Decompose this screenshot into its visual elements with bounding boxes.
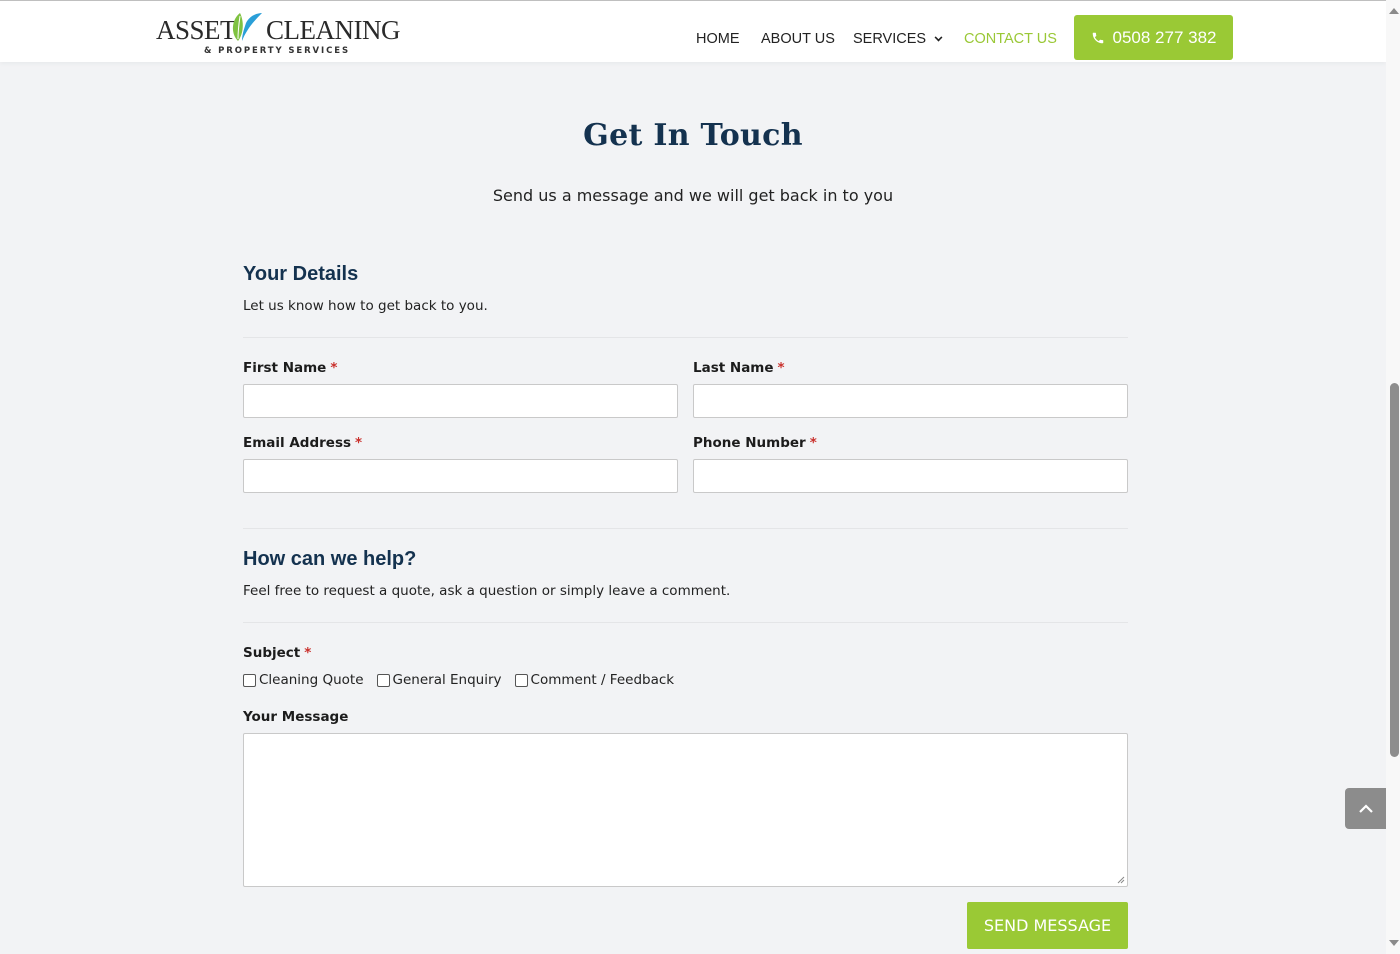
scroll-up-arrow-icon[interactable] bbox=[1389, 8, 1399, 14]
scrollbar-thumb[interactable] bbox=[1390, 383, 1399, 757]
divider bbox=[243, 337, 1128, 338]
divider bbox=[243, 622, 1128, 623]
last-name-label-text: Last Name bbox=[693, 360, 774, 376]
first-name-label-text: First Name bbox=[243, 360, 327, 376]
nav-services[interactable]: SERVICES bbox=[853, 31, 943, 47]
page-scrollbar[interactable] bbox=[1386, 0, 1400, 954]
scroll-to-top-button[interactable] bbox=[1345, 788, 1386, 829]
first-name-input[interactable] bbox=[243, 384, 678, 418]
logo[interactable]: ASSET CLEANING & PROPERTY SERVICES bbox=[156, 7, 401, 59]
nav-services-label: SERVICES bbox=[853, 31, 927, 47]
option-label: Comment / Feedback bbox=[530, 672, 675, 688]
subject-option-general-enquiry[interactable]: General Enquiry bbox=[376, 672, 502, 688]
email-input[interactable] bbox=[243, 459, 678, 493]
your-details-heading: Your Details bbox=[243, 263, 359, 285]
send-message-button[interactable]: SEND MESSAGE bbox=[967, 902, 1128, 949]
required-marker: * bbox=[330, 360, 338, 376]
subject-label: Subject * bbox=[243, 645, 311, 661]
email-label: Email Address * bbox=[243, 435, 362, 451]
last-name-label: Last Name * bbox=[693, 360, 785, 376]
checkbox[interactable] bbox=[514, 673, 528, 687]
required-marker: * bbox=[809, 435, 817, 451]
required-marker: * bbox=[304, 645, 312, 661]
checkbox[interactable] bbox=[376, 673, 390, 687]
site-header: ASSET CLEANING & PROPERTY SERVICES HOME A… bbox=[0, 0, 1386, 62]
subject-option-cleaning-quote[interactable]: Cleaning Quote bbox=[243, 672, 364, 688]
message-textarea[interactable] bbox=[243, 733, 1128, 887]
how-can-we-help-description: Feel free to request a quote, ask a ques… bbox=[243, 583, 731, 599]
required-marker: * bbox=[777, 360, 785, 376]
resize-handle-icon[interactable] bbox=[1117, 876, 1125, 884]
option-label: Cleaning Quote bbox=[259, 672, 364, 688]
checkbox[interactable] bbox=[243, 673, 256, 687]
your-details-description: Let us know how to get back to you. bbox=[243, 298, 488, 314]
chevron-down-icon bbox=[934, 33, 943, 42]
how-can-we-help-heading: How can we help? bbox=[243, 548, 417, 570]
phone-number: 0508 277 382 bbox=[1112, 27, 1217, 47]
phone-input[interactable] bbox=[693, 459, 1128, 493]
page-title: Get In Touch bbox=[583, 118, 803, 153]
phone-icon bbox=[1092, 32, 1103, 43]
nav-contact-us[interactable]: CONTACT US bbox=[964, 31, 1057, 47]
phone-call-button[interactable]: 0508 277 382 bbox=[1074, 15, 1233, 60]
option-label: General Enquiry bbox=[392, 672, 502, 688]
last-name-input[interactable] bbox=[693, 384, 1128, 418]
subject-option-comment-feedback[interactable]: Comment / Feedback bbox=[514, 672, 675, 688]
subject-label-text: Subject bbox=[243, 645, 301, 661]
logo-text-cleaning: CLEANING bbox=[266, 15, 401, 45]
leaf-icon bbox=[232, 13, 262, 41]
message-label: Your Message bbox=[243, 709, 349, 725]
nav-about-us[interactable]: ABOUT US bbox=[761, 31, 835, 47]
scroll-down-arrow-icon[interactable] bbox=[1389, 940, 1399, 946]
email-label-text: Email Address bbox=[243, 435, 352, 451]
required-marker: * bbox=[355, 435, 363, 451]
chevron-up-icon bbox=[1358, 803, 1373, 813]
phone-label: Phone Number * bbox=[693, 435, 817, 451]
page-subtitle: Send us a message and we will get back i… bbox=[492, 186, 894, 205]
logo-tagline: & PROPERTY SERVICES bbox=[204, 46, 350, 56]
logo-text-asset: ASSET bbox=[156, 15, 237, 45]
nav-home[interactable]: HOME bbox=[696, 31, 740, 47]
phone-label-text: Phone Number bbox=[693, 435, 806, 451]
first-name-label: First Name * bbox=[243, 360, 337, 376]
subject-options: Cleaning Quote General Enquiry Comment /… bbox=[243, 672, 687, 688]
divider bbox=[243, 528, 1128, 529]
